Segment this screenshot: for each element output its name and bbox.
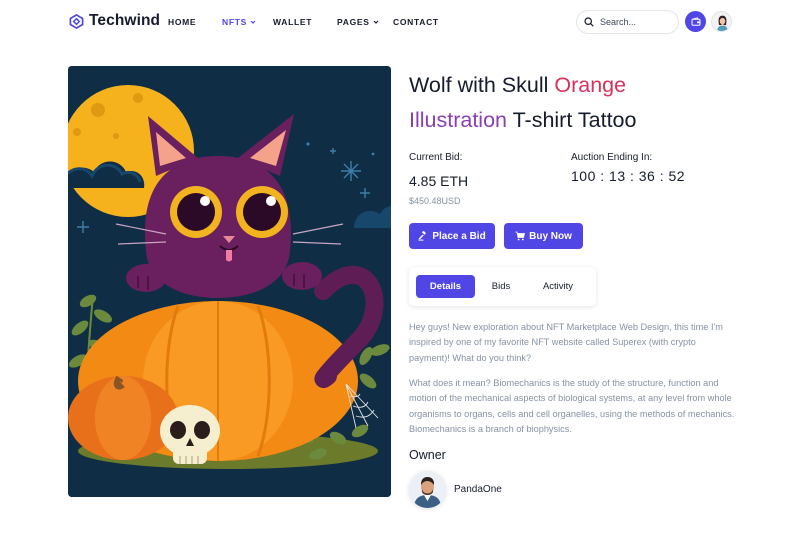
chevron-down-icon xyxy=(373,20,379,24)
place-bid-button[interactable]: Place a Bid xyxy=(409,223,495,249)
detail-tabs: Details Bids Activity xyxy=(409,267,596,306)
nav-wallet[interactable]: WALLET xyxy=(273,17,312,27)
nav-contact[interactable]: CONTACT xyxy=(393,17,439,27)
auction-label: Auction Ending In: xyxy=(571,152,653,163)
description-paragraph-2: What does it mean? Biomechanics is the s… xyxy=(409,378,735,435)
search-input[interactable] xyxy=(600,17,670,27)
current-bid-usd: $450.48USD xyxy=(409,196,461,206)
auction-timer: 100 : 13 : 36 : 52 xyxy=(571,168,686,184)
cat-pumpkin-illustration xyxy=(68,66,391,497)
title-part-3: Illustration xyxy=(409,108,507,132)
nft-artwork xyxy=(68,66,391,497)
tab-activity-label: Activity xyxy=(542,281,574,292)
description-paragraph-1: Hey guys! New exploration about NFT Mark… xyxy=(409,322,723,363)
logo-icon xyxy=(69,13,84,29)
nav-nfts-label: NFTS xyxy=(222,17,247,27)
nav-pages-label: PAGES xyxy=(337,17,370,27)
nav-home[interactable]: HOME xyxy=(168,17,196,27)
item-title: Wolf with Skull Orange Illustration T-sh… xyxy=(409,68,739,138)
user-avatar-image xyxy=(712,12,731,31)
title-part-1: Wolf with Skull xyxy=(409,73,555,97)
buy-now-button[interactable]: Buy Now xyxy=(504,223,583,249)
nav-pages[interactable]: PAGES xyxy=(337,17,379,27)
nav-home-label: HOME xyxy=(168,17,197,27)
cart-icon xyxy=(515,231,526,241)
owner-avatar-image xyxy=(409,471,446,508)
nav-wallet-label: WALLET xyxy=(273,17,313,27)
navbar: Techwind HOME NFTS WALLET PAGES CONTACT xyxy=(0,0,800,44)
brand-name: Techwind xyxy=(89,12,161,29)
search-box xyxy=(576,10,679,34)
gavel-icon xyxy=(418,231,427,241)
title-part-2: Orange xyxy=(554,73,627,97)
brand-logo[interactable]: Techwind xyxy=(69,12,160,30)
tab-bids[interactable]: Bids xyxy=(479,275,523,298)
tab-details[interactable]: Details xyxy=(416,275,475,298)
chevron-down-icon xyxy=(250,20,256,24)
wallet-icon xyxy=(691,16,700,26)
owner-heading: Owner xyxy=(409,448,446,462)
buy-now-label: Buy Now xyxy=(529,230,572,242)
search-icon xyxy=(584,17,594,27)
owner-name[interactable]: PandaOne xyxy=(454,484,502,495)
title-part-4: T-shirt Tattoo xyxy=(507,108,637,132)
tab-activity[interactable]: Activity xyxy=(527,275,589,298)
wallet-button[interactable] xyxy=(685,11,706,32)
current-bid-label: Current Bid: xyxy=(409,152,463,163)
nav-contact-label: CONTACT xyxy=(393,17,439,27)
tab-bids-label: Bids xyxy=(491,281,511,292)
user-avatar[interactable] xyxy=(711,11,732,32)
tab-details-label: Details xyxy=(429,281,462,292)
current-bid-value: 4.85 ETH xyxy=(409,173,469,189)
place-bid-label: Place a Bid xyxy=(432,230,486,242)
owner-avatar[interactable] xyxy=(409,471,446,508)
nav-nfts[interactable]: NFTS xyxy=(222,17,256,27)
